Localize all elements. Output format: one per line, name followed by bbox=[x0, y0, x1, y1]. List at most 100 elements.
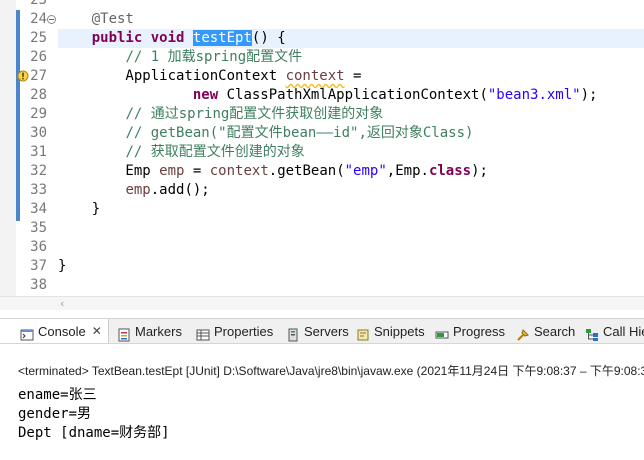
warning-icon[interactable] bbox=[17, 70, 29, 82]
snippets-icon bbox=[356, 325, 370, 340]
progress-icon bbox=[435, 325, 449, 339]
tab-console[interactable]: Console ✕ bbox=[0, 319, 109, 343]
code-token: ); bbox=[471, 163, 488, 179]
code-line[interactable]: // 1 加载spring配置文件 bbox=[58, 48, 644, 67]
code-token: class bbox=[428, 163, 472, 179]
tab-progress[interactable]: Progress bbox=[435, 319, 506, 343]
line-number: 35 bbox=[30, 220, 47, 236]
scroll-left-icon[interactable]: ‹ bbox=[60, 297, 64, 310]
markers-icon bbox=[117, 325, 131, 341]
code-token: ); bbox=[580, 87, 598, 103]
tab-call-hie[interactable]: Call Hie bbox=[585, 319, 644, 343]
console-icon bbox=[20, 325, 34, 340]
code-line[interactable]: @Test bbox=[58, 10, 644, 29]
line-number: 28 bbox=[30, 87, 47, 103]
code-token: // 获取配置文件创建的对象 bbox=[125, 144, 305, 160]
tab-search[interactable]: Search bbox=[516, 319, 576, 343]
vertical-ruler[interactable] bbox=[0, 0, 16, 296]
code-line[interactable]: // getBean("配置文件bean——id",返回对象Class) bbox=[58, 124, 644, 143]
search-icon bbox=[516, 325, 530, 341]
code-line[interactable]: ApplicationContext context = bbox=[58, 67, 644, 86]
code-token: context bbox=[285, 68, 345, 84]
horizontal-scrollbar[interactable]: ‹ bbox=[0, 296, 644, 310]
code-token: () { bbox=[251, 30, 286, 46]
code-line[interactable] bbox=[58, 238, 644, 257]
line-number: 29 bbox=[30, 106, 47, 122]
view-tab-bar: Console ✕ Markers Properties Servers Snippets… bbox=[0, 318, 644, 344]
tab-label: Markers bbox=[135, 324, 182, 339]
properties-icon bbox=[196, 325, 210, 340]
tab-label: Progress bbox=[453, 324, 506, 339]
code-line[interactable] bbox=[58, 219, 644, 238]
line-number: 25 bbox=[30, 30, 47, 46]
line-number: 32 bbox=[30, 163, 47, 179]
selected-token: testEpt bbox=[192, 30, 252, 46]
tab-servers[interactable]: Servers bbox=[286, 319, 349, 343]
code-token: @Test bbox=[91, 11, 134, 27]
code-token: = bbox=[184, 163, 210, 179]
code-token: .getBean( bbox=[268, 163, 345, 179]
servers-icon bbox=[286, 325, 300, 341]
tab-label: Console bbox=[38, 324, 86, 339]
line-number: 36 bbox=[30, 239, 47, 255]
code-token: emp bbox=[125, 182, 151, 198]
close-tab-icon[interactable]: ✕ bbox=[92, 319, 102, 343]
code-line[interactable]: // 获取配置文件创建的对象 bbox=[58, 143, 644, 162]
code-token: Emp bbox=[58, 163, 160, 179]
line-number: 34 bbox=[30, 201, 47, 217]
code-area[interactable]: @Test public void testEpt() { // 1 加载spr… bbox=[58, 0, 644, 295]
code-token: "emp" bbox=[344, 163, 387, 179]
code-token: // getBean("配置文件bean——id",返回对象Class) bbox=[125, 125, 474, 141]
console-output-line: Dept [dname=财务部] bbox=[18, 425, 170, 441]
tab-label: Servers bbox=[304, 324, 349, 339]
code-line[interactable]: Emp emp = context.getBean("emp",Emp.clas… bbox=[58, 162, 644, 181]
code-token: = bbox=[344, 68, 362, 84]
code-line[interactable]: new ClassPathXmlApplicationContext("bean… bbox=[58, 86, 644, 105]
line-number: 23 bbox=[30, 0, 47, 8]
code-line[interactable]: // 通过spring配置文件获取创建的对象 bbox=[58, 105, 644, 124]
line-number: 37 bbox=[30, 258, 47, 274]
code-line[interactable]: } bbox=[58, 200, 644, 219]
line-number: 30 bbox=[30, 125, 47, 141]
code-token: new bbox=[192, 87, 219, 103]
console-output[interactable]: ename=张三 gender=男 Dept [dname=财务部] bbox=[18, 386, 644, 443]
code-line[interactable] bbox=[58, 276, 644, 295]
line-number: 26 bbox=[30, 49, 47, 65]
line-number-ruler: 23 24 25 26 27 28 29 30 31 32 33 34 35 36 37 38 bbox=[20, 0, 50, 295]
code-token: } bbox=[58, 201, 101, 217]
code-token: void bbox=[150, 30, 185, 46]
code-token: ,Emp. bbox=[386, 163, 429, 179]
code-line[interactable]: } bbox=[58, 257, 644, 276]
tab-properties[interactable]: Properties bbox=[196, 319, 273, 343]
console-output-line: gender=男 bbox=[18, 406, 92, 422]
call-hierarchy-icon bbox=[585, 325, 599, 341]
code-token: .add(); bbox=[150, 182, 210, 198]
line-number: 31 bbox=[30, 144, 47, 160]
tab-label: Search bbox=[534, 324, 576, 339]
code-token: public bbox=[91, 30, 143, 46]
fold-collapse-icon[interactable] bbox=[47, 15, 56, 24]
code-token: } bbox=[58, 258, 67, 274]
line-number: 33 bbox=[30, 182, 47, 198]
tab-markers[interactable]: Markers bbox=[117, 319, 182, 343]
code-token: context bbox=[209, 163, 269, 179]
code-line[interactable]: emp.add(); bbox=[58, 181, 644, 200]
tab-snippets[interactable]: Snippets bbox=[356, 319, 425, 343]
code-token: ClassPathXmlApplicationContext( bbox=[218, 87, 488, 103]
line-number: 24 bbox=[30, 11, 47, 27]
tab-label: Snippets bbox=[374, 324, 425, 339]
code-line[interactable] bbox=[58, 0, 644, 10]
java-editor[interactable]: 23 24 25 26 27 28 29 30 31 32 33 34 35 36 37 38 @Test p… bbox=[0, 0, 644, 296]
tab-label: Call Hie bbox=[603, 324, 644, 339]
code-token: // 1 加载spring配置文件 bbox=[125, 49, 303, 65]
console-output-line: ename=张三 bbox=[18, 387, 97, 403]
code-line[interactable]: public void testEpt() { bbox=[58, 29, 644, 48]
console-process-status: <terminated> TextBean.testEpt [JUnit] D:… bbox=[18, 364, 644, 378]
